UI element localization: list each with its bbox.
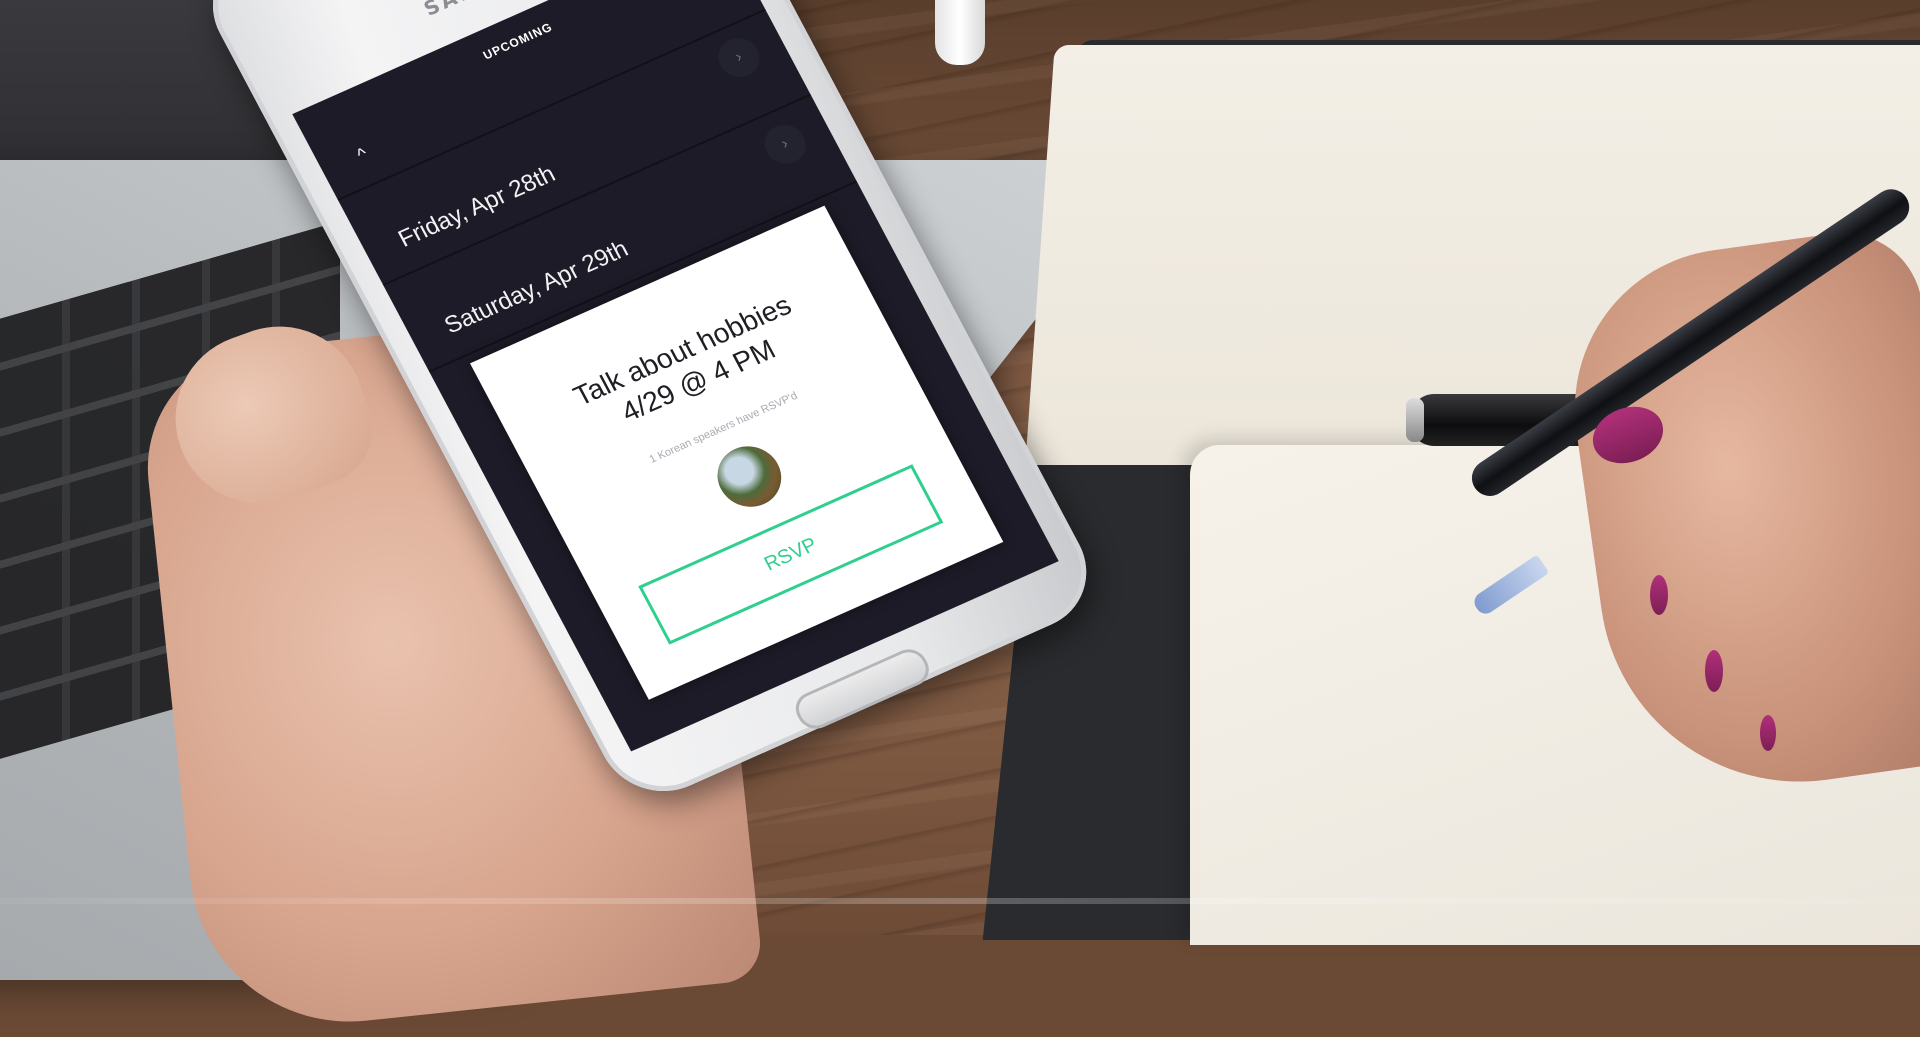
pen-holder [935, 0, 985, 65]
fingernail [1650, 575, 1668, 615]
rsvp-button[interactable]: RSVP [638, 464, 944, 645]
desk-edge-highlight [0, 898, 1920, 904]
chevron-right-icon[interactable]: › [757, 118, 813, 171]
chevron-right-icon[interactable]: › [711, 31, 767, 84]
chevron-up-icon[interactable]: ^ [344, 137, 380, 171]
avatar[interactable] [706, 436, 793, 517]
fingernail [1705, 650, 1723, 692]
fingernail [1760, 715, 1776, 751]
